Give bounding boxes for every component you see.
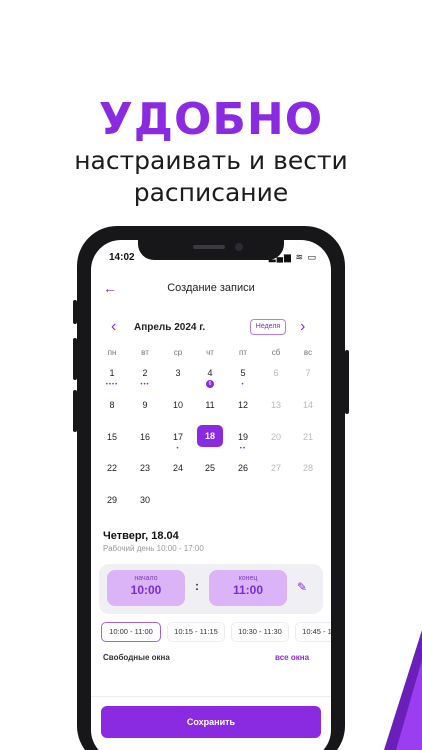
promo-subline-2: расписание	[133, 178, 289, 207]
time-slot[interactable]: 10:30 - 11:30	[231, 622, 289, 642]
chevron-left-icon[interactable]: ‹	[111, 318, 116, 336]
time-separator: :	[195, 579, 199, 593]
divider	[91, 696, 331, 697]
calendar-day[interactable]: 29	[99, 489, 125, 511]
booking-dots: ••	[239, 446, 247, 452]
all-windows-link[interactable]: все окна	[275, 653, 309, 662]
weekday-label: ср	[173, 348, 183, 357]
free-windows-label: Свободные окна	[103, 653, 170, 662]
weekday-label: сб	[271, 348, 281, 357]
calendar-day[interactable]: 5	[230, 362, 256, 384]
calendar-day[interactable]: 22	[99, 457, 125, 479]
calendar-day[interactable]: 27	[263, 457, 289, 479]
phone-screen: 14:02 ▂▄▆ ≋ ▭ ← Создание записи ‹ Апрель…	[91, 240, 331, 750]
calendar-day-selected[interactable]: 18	[197, 425, 223, 447]
work-hours-text: Рабочий день 10:00 - 17:00	[103, 544, 204, 553]
calendar-day[interactable]: 25	[197, 457, 223, 479]
start-time-label: начало	[134, 575, 158, 582]
calendar-day[interactable]: 14	[295, 394, 321, 416]
promo-headline: УДОБНО	[98, 94, 324, 145]
start-time-box[interactable]: начало 10:00	[107, 570, 185, 606]
weekday-label: чт	[206, 348, 214, 357]
start-time-value: 10:00	[130, 583, 162, 597]
time-slot[interactable]: 10:00 - 11:00	[101, 622, 161, 642]
selected-date-title: Четверг, 18.04	[103, 530, 179, 542]
month-label: Апрель 2024 г.	[134, 322, 206, 333]
phone-side-button	[345, 350, 349, 414]
corner-decoration	[384, 630, 422, 750]
calendar-day[interactable]: 30	[132, 489, 158, 511]
calendar-day[interactable]: 3	[165, 362, 191, 384]
end-time-box[interactable]: конец 11:00	[209, 570, 287, 606]
booking-dots: •••	[140, 382, 150, 388]
calendar-day[interactable]: 20	[263, 426, 289, 448]
calendar-day[interactable]: 28	[295, 457, 321, 479]
time-slot[interactable]: 10:15 - 11:15	[167, 622, 225, 642]
page-title: Создание записи	[167, 282, 255, 294]
weekday-label: вт	[141, 348, 149, 357]
calendar-day[interactable]: 7	[295, 362, 321, 384]
calendar-day[interactable]: 12	[230, 394, 256, 416]
weekday-label: пн	[107, 348, 117, 357]
calendar-day[interactable]: 23	[132, 457, 158, 479]
calendar-day[interactable]: 11	[197, 394, 223, 416]
end-time-value: 11:00	[232, 583, 264, 597]
booking-dots: ••••	[105, 382, 119, 388]
calendar-day[interactable]: 13	[263, 394, 289, 416]
phone-speaker	[193, 245, 225, 249]
calendar-day[interactable]: 24	[165, 457, 191, 479]
status-time: 14:02	[109, 252, 135, 263]
week-view-button[interactable]: Неделя	[250, 319, 286, 335]
calendar-day[interactable]: 6	[263, 362, 289, 384]
calendar-day[interactable]: 17	[165, 426, 191, 448]
calendar-day[interactable]: 10	[165, 394, 191, 416]
weekday-label: пт	[239, 348, 247, 357]
booking-dots: •	[176, 446, 180, 452]
calendar-day[interactable]: 9	[132, 394, 158, 416]
time-slot[interactable]: 10:45 - 11:45	[295, 622, 331, 642]
calendar-day[interactable]: 26	[230, 457, 256, 479]
weekday-label: вс	[303, 348, 313, 357]
promo-subline-1: настраивать и вести	[74, 146, 348, 175]
calendar-day[interactable]: 8	[99, 394, 125, 416]
calendar-day[interactable]: 15	[99, 426, 125, 448]
chevron-right-icon[interactable]: ›	[300, 318, 305, 336]
save-button[interactable]: Сохранить	[101, 706, 321, 738]
phone-camera	[235, 243, 243, 251]
end-time-label: конец	[238, 575, 258, 582]
calendar-day[interactable]: 2	[132, 362, 158, 384]
calendar-day[interactable]: 19	[230, 426, 256, 448]
pencil-icon[interactable]: ✎	[297, 580, 307, 594]
calendar-day[interactable]: 16	[132, 426, 158, 448]
calendar-day[interactable]: 21	[295, 426, 321, 448]
time-range-panel: начало 10:00 : конец 11:00 ✎	[99, 564, 323, 614]
booking-dots: •	[241, 382, 245, 388]
booking-count-badge: 6	[206, 380, 214, 388]
calendar-day[interactable]: 1	[99, 362, 125, 384]
